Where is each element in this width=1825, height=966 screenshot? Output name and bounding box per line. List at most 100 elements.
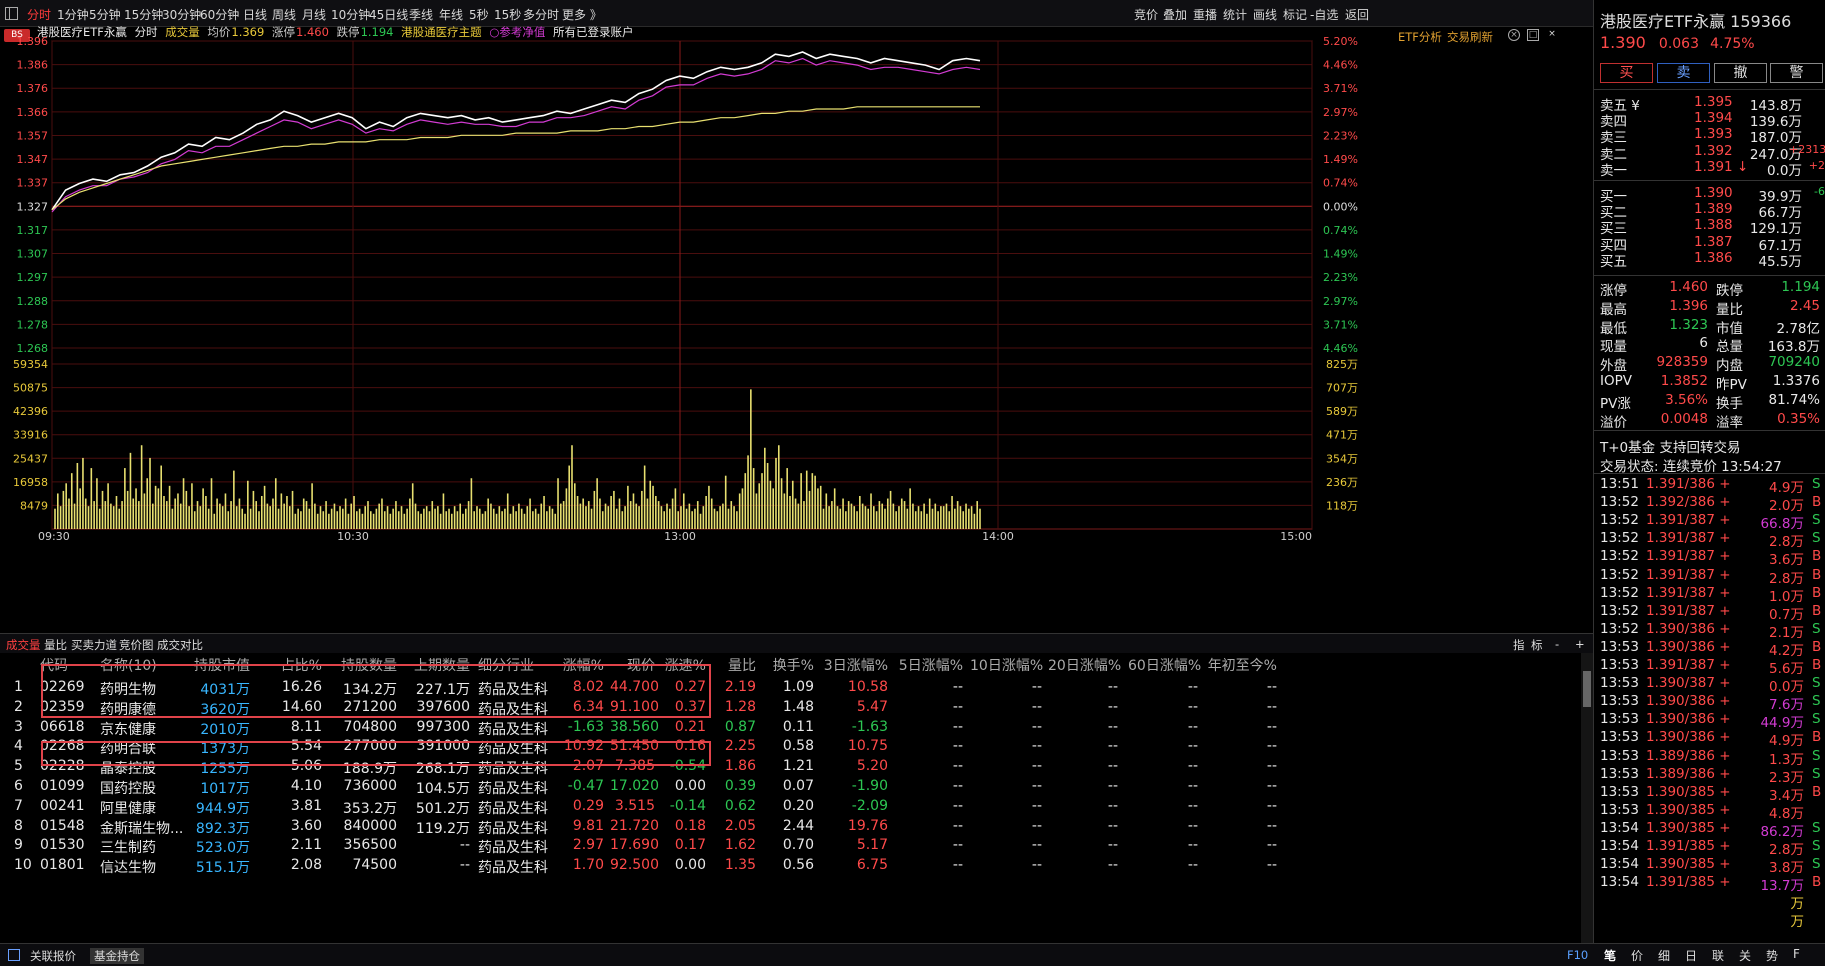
bid-row[interactable]: 买五 1.386 45.5万 bbox=[1594, 249, 1825, 270]
tick-time: 13:53 bbox=[1600, 693, 1639, 710]
cell-pct: 2.11 bbox=[290, 837, 322, 854]
volume-right-tick-label: 589万 bbox=[1326, 405, 1358, 418]
tick-row: 13:52 1.391/387 + 0.7万 B bbox=[1594, 602, 1825, 623]
timeframe-tab-1[interactable]: 1分钟 bbox=[57, 6, 89, 23]
chart-tab-1[interactable]: 量比 bbox=[44, 637, 67, 653]
toolbar-button-1[interactable]: 叠加 bbox=[1163, 6, 1187, 23]
toolbar-button-6[interactable]: -自选 bbox=[1310, 6, 1338, 23]
cell-c10: -- bbox=[1031, 778, 1042, 794]
timeframe-tab-16[interactable]: 更多 》 bbox=[562, 6, 602, 23]
cell-c3: -1.63 bbox=[851, 718, 888, 735]
detail-tab-1[interactable]: 价 bbox=[1631, 947, 1643, 964]
detail-tab-6[interactable]: 势 bbox=[1766, 947, 1778, 964]
indicator-button[interactable]: 指 bbox=[1513, 637, 1525, 653]
toolbar-button-7[interactable]: 返回 bbox=[1345, 6, 1369, 23]
cell-c20: -- bbox=[1107, 758, 1118, 775]
cell-qty: 74500 bbox=[352, 857, 397, 874]
detail-tab-7[interactable]: F bbox=[1793, 947, 1800, 961]
buy-button[interactable]: 买 bbox=[1600, 63, 1653, 83]
tick-time: 13:53 bbox=[1600, 711, 1639, 728]
alert-button[interactable]: 警 bbox=[1770, 63, 1823, 83]
toolbar-button-0[interactable]: 竞价 bbox=[1134, 6, 1158, 23]
layout-icon[interactable] bbox=[5, 7, 18, 20]
toolbar-button-2[interactable]: 重播 bbox=[1193, 6, 1217, 23]
tick-time: 13:54 bbox=[1600, 874, 1639, 891]
volume-tick-label: 42396 bbox=[13, 405, 48, 418]
table-scrollbar[interactable] bbox=[1581, 653, 1593, 943]
fund-holdings-tab[interactable]: 基金持仓 bbox=[90, 948, 144, 964]
table-row[interactable]: 10 01801 信达生物 515.1万 2.08 74500 -- 药品及生科 1.70 92.… bbox=[0, 855, 1580, 878]
stat-row: 涨停 1.460 跌停 1.194 bbox=[1594, 278, 1825, 299]
timeframe-tab-8[interactable]: 月线 bbox=[302, 6, 326, 23]
col-header-13[interactable]: 5日涨幅% bbox=[895, 655, 963, 675]
timeframe-tab-15[interactable]: 多分时 bbox=[523, 6, 559, 23]
cell-pct: 4.10 bbox=[290, 778, 322, 794]
tick-side: B bbox=[1812, 729, 1822, 746]
zoom-out-button[interactable]: - bbox=[1555, 637, 1559, 651]
timeframe-tab-2[interactable]: 5分钟 bbox=[89, 6, 121, 23]
cell-c60: -- bbox=[1187, 679, 1198, 695]
timeframe-tab-0[interactable]: 分时 bbox=[27, 6, 51, 23]
detail-tab-3[interactable]: 日 bbox=[1685, 947, 1697, 964]
row-index: 7 bbox=[14, 797, 23, 814]
stat-row: 现量 6 总量 163.8万 bbox=[1594, 334, 1825, 355]
row-index: 5 bbox=[14, 758, 23, 775]
tick-row: 13:53 1.391/387 + 5.6万 B bbox=[1594, 657, 1825, 677]
timeframe-tab-12[interactable]: 年线 bbox=[439, 6, 463, 23]
timeframe-tab-3[interactable]: 15分钟 bbox=[124, 6, 163, 23]
cell-ytd: -- bbox=[1266, 758, 1277, 775]
col-header-11[interactable]: 换手% bbox=[770, 655, 814, 675]
tick-row: 13:52 1.391/387 + 3.6万 B bbox=[1594, 548, 1825, 568]
tick-row: 13:53 1.390/386 + 7.6万 S bbox=[1594, 693, 1825, 713]
timeframe-tab-11[interactable]: 季线 bbox=[409, 6, 433, 23]
timeframe-tab-10[interactable]: 45日线 bbox=[369, 6, 408, 23]
volume-tick-label: 25437 bbox=[13, 452, 48, 465]
timeframe-tab-7[interactable]: 周线 bbox=[272, 6, 296, 23]
cell-price: 92.500 bbox=[610, 857, 659, 874]
scroll-thumb[interactable] bbox=[1583, 671, 1591, 707]
indicator-button-2[interactable]: 标 bbox=[1531, 637, 1543, 653]
col-header-17[interactable]: 年初至今% bbox=[1205, 655, 1277, 675]
chart-tab-2[interactable]: 买卖力道 bbox=[71, 637, 117, 653]
stat-value-2: 709240 bbox=[1768, 354, 1820, 371]
col-header-10[interactable]: 量比 bbox=[710, 655, 756, 675]
timeframe-tab-9[interactable]: 10分钟 bbox=[331, 6, 370, 23]
tick-price: 1.390/386 + bbox=[1646, 729, 1731, 746]
col-header-15[interactable]: 20日涨幅% bbox=[1048, 655, 1121, 675]
zoom-in-button[interactable]: + bbox=[1575, 637, 1585, 651]
col-header-14[interactable]: 10日涨幅% bbox=[970, 655, 1043, 675]
tick-time: 13:53 bbox=[1600, 657, 1639, 673]
stat-value-2: 1.194 bbox=[1781, 279, 1820, 295]
col-header-16[interactable]: 60日涨幅% bbox=[1128, 655, 1201, 675]
timeframe-tab-13[interactable]: 5秒 bbox=[469, 6, 489, 23]
tick-row: 万 bbox=[1594, 892, 1825, 912]
cell-code: 01801 bbox=[40, 857, 85, 874]
col-header-12[interactable]: 3日涨幅% bbox=[818, 655, 888, 675]
timeframe-tab-5[interactable]: 60分钟 bbox=[200, 6, 239, 23]
toolbar-button-3[interactable]: 统计 bbox=[1223, 6, 1247, 23]
detail-tab-4[interactable]: 联 bbox=[1712, 947, 1724, 964]
sell-button[interactable]: 卖 bbox=[1657, 63, 1710, 83]
cell-c60: -- bbox=[1187, 718, 1198, 735]
detail-tab-5[interactable]: 关 bbox=[1739, 947, 1751, 964]
detail-tab-0[interactable]: 笔 bbox=[1604, 947, 1616, 964]
related-quotes-tab[interactable]: 关联报价 bbox=[30, 948, 76, 964]
cancel-order-button[interactable]: 撤 bbox=[1714, 63, 1767, 83]
chart-tab-0[interactable]: 成交量 bbox=[6, 637, 41, 653]
timeframe-tab-14[interactable]: 15秒 bbox=[494, 6, 521, 23]
detail-tab-2[interactable]: 细 bbox=[1658, 947, 1670, 964]
last-price: 1.390 bbox=[1600, 33, 1646, 52]
panel-icon[interactable] bbox=[8, 949, 20, 961]
timeframe-tab-6[interactable]: 日线 bbox=[243, 6, 267, 23]
timeframe-tab-4[interactable]: 30分钟 bbox=[162, 6, 201, 23]
intraday-chart[interactable]: 1.396 5.20% 1.386 4.46% 1.376 3.71% 1.366 2.97%… bbox=[0, 27, 1593, 633]
tick-side: B bbox=[1812, 602, 1822, 619]
toolbar-button-5[interactable]: 标记 bbox=[1283, 6, 1307, 23]
chart-tab-4[interactable]: 成交对比 bbox=[157, 637, 203, 653]
ask-row[interactable]: 卖一 1.391 ↓ 0.0万 +2 bbox=[1594, 158, 1825, 179]
cell-pct: 8.11 bbox=[290, 718, 322, 735]
chart-tab-3[interactable]: 竞价图 bbox=[119, 637, 154, 653]
tick-side: S bbox=[1812, 693, 1821, 710]
f10-link[interactable]: F10 bbox=[1567, 948, 1588, 962]
toolbar-button-4[interactable]: 画线 bbox=[1253, 6, 1277, 23]
